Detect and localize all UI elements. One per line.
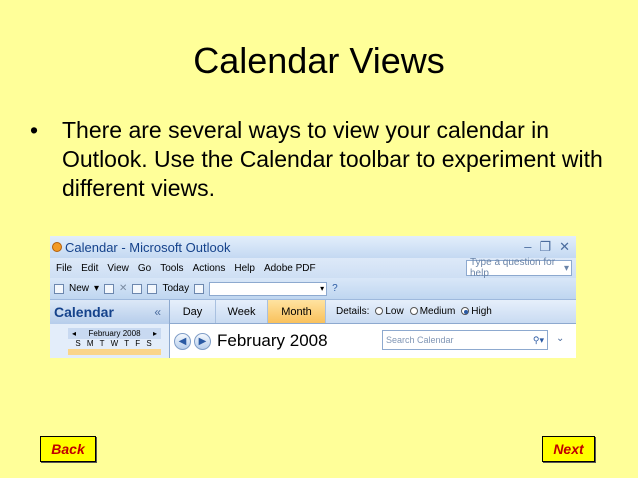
menu-adobe-pdf[interactable]: Adobe PDF — [264, 263, 316, 274]
radio-icon[interactable] — [409, 307, 418, 316]
find-combo[interactable]: ▾ — [209, 281, 328, 296]
tab-month[interactable]: Month — [268, 300, 326, 323]
menu-help[interactable]: Help — [234, 263, 255, 274]
bullet-text: There are several ways to view your cale… — [62, 117, 603, 201]
menu-edit[interactable]: Edit — [81, 263, 98, 274]
search-icon[interactable]: ⚲▾ — [533, 335, 544, 346]
tab-day[interactable]: Day — [170, 300, 216, 323]
outlook-screenshot: Calendar - Microsoft Outlook – ❐ ✕ File … — [50, 236, 576, 358]
radio-selected-icon[interactable] — [461, 307, 470, 316]
mini-weekdays: S M T W T F S — [75, 339, 154, 348]
new-button[interactable]: New — [69, 283, 89, 294]
minimize-icon[interactable]: – — [524, 239, 531, 255]
back-button[interactable]: Back — [40, 436, 96, 462]
radio-icon[interactable] — [375, 307, 384, 316]
search-placeholder: Search Calendar — [386, 335, 454, 345]
mini-month-label: February 2008 — [88, 329, 141, 338]
next-button[interactable]: Next — [542, 436, 595, 462]
details-high[interactable]: High — [461, 306, 492, 317]
new-dropdown-icon[interactable]: ▾ — [94, 283, 99, 294]
outlook-menu-bar: File Edit View Go Tools Actions Help Ado… — [50, 257, 576, 279]
date-navigation-row: ◀ ▶ February 2008 Search Calendar ⚲▾ ⌄ — [170, 324, 576, 358]
close-icon[interactable]: ✕ — [559, 239, 570, 255]
new-item-icon[interactable] — [54, 283, 64, 294]
help-search-box[interactable]: Type a question for help ▾ — [466, 257, 572, 279]
current-period-label: February 2008 — [217, 331, 328, 350]
mini-calendar: ◂ February 2008 ▸ S M T W T F S — [68, 328, 161, 355]
details-options: Details: Low Medium High — [326, 300, 492, 323]
delete-icon[interactable]: ✕ — [119, 283, 127, 294]
bullet-point: • There are several ways to view your ca… — [30, 116, 610, 203]
mini-week-row[interactable] — [68, 349, 161, 355]
menu-tools[interactable]: Tools — [160, 263, 183, 274]
menu-view[interactable]: View — [107, 263, 129, 274]
restore-icon[interactable]: ❐ — [539, 239, 551, 255]
today-icon[interactable] — [147, 283, 158, 294]
forward-arrow-icon[interactable]: ▶ — [194, 332, 211, 350]
search-calendar-input[interactable]: Search Calendar ⚲▾ — [382, 330, 548, 350]
navigation-pane: Calendar « ◂ February 2008 ▸ S M T W T F… — [50, 300, 170, 358]
today-button[interactable]: Today — [162, 283, 189, 294]
details-label: Details: — [336, 306, 370, 317]
outlook-toolbar: New ▾ ✕ Today ▾ ? — [50, 278, 576, 300]
bullet-marker: • — [30, 117, 39, 143]
calendar-view-icon[interactable] — [194, 283, 205, 294]
chevron-down-icon[interactable]: ▾ — [564, 263, 569, 274]
collapse-pane-icon[interactable]: « — [154, 305, 161, 319]
expand-search-icon[interactable]: ⌄ — [556, 333, 564, 344]
details-low[interactable]: Low — [375, 306, 404, 317]
outlook-app-icon — [52, 242, 62, 252]
view-tabs: Day Week Month Details: Low Medium High — [170, 300, 576, 324]
menu-actions[interactable]: Actions — [193, 263, 226, 274]
back-arrow-icon[interactable]: ◀ — [174, 332, 191, 350]
nav-pane-title: Calendar — [54, 304, 114, 320]
slide-title: Calendar Views — [193, 40, 445, 81]
menu-file[interactable]: File — [56, 263, 72, 274]
tab-week[interactable]: Week — [216, 300, 268, 323]
details-medium[interactable]: Medium — [409, 306, 455, 317]
print-icon[interactable] — [104, 283, 115, 294]
help-icon[interactable]: ? — [332, 283, 338, 294]
menu-go[interactable]: Go — [138, 263, 151, 274]
nav-pane-header: Calendar « — [50, 300, 169, 324]
help-placeholder: Type a question for help — [470, 257, 556, 279]
address-book-icon[interactable] — [132, 283, 143, 294]
calendar-main-pane: Day Week Month Details: Low Medium High … — [170, 300, 576, 358]
outlook-window-title: Calendar - Microsoft Outlook — [65, 239, 231, 255]
outlook-title-bar: Calendar - Microsoft Outlook – ❐ ✕ — [50, 236, 576, 258]
mini-prev-icon[interactable]: ◂ — [72, 328, 76, 339]
mini-next-icon[interactable]: ▸ — [153, 328, 157, 339]
